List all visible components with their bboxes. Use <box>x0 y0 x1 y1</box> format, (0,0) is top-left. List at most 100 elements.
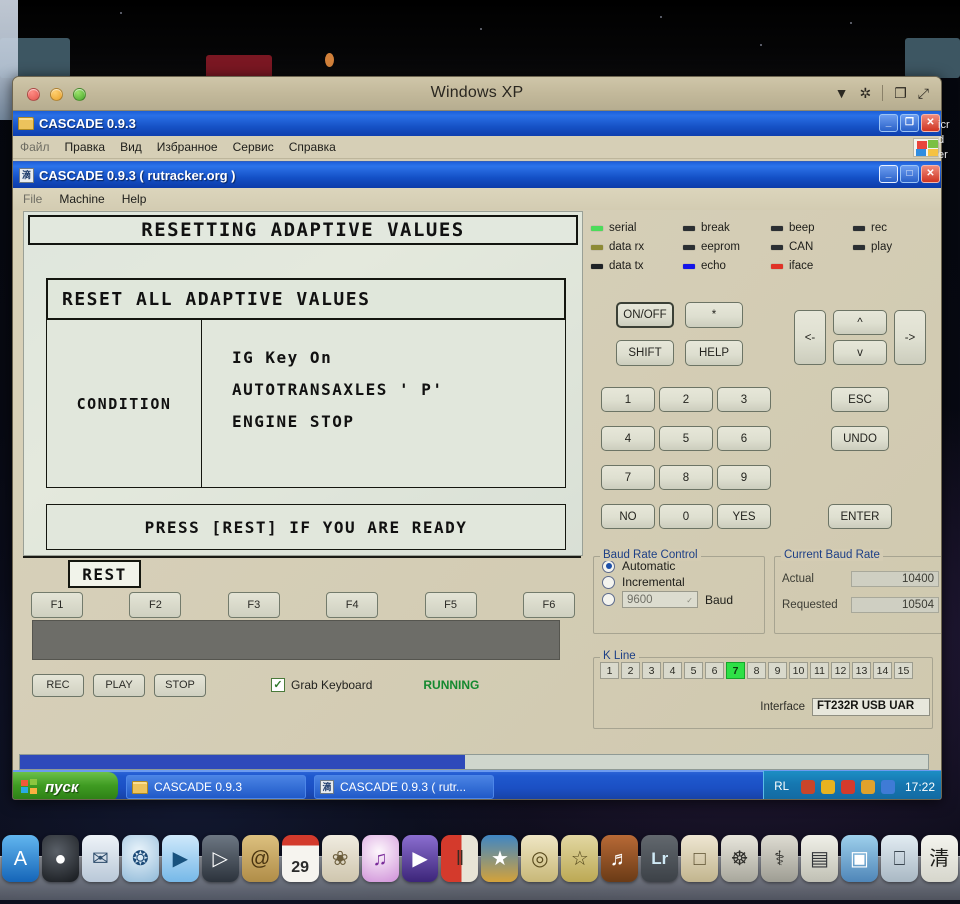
battery-icon[interactable] <box>880 780 895 794</box>
mac-dock[interactable]: A ● ✉ ❂ ▶ ▷ @ 29 ❀ ♫ ▶ ‖ ★ ◎ ☆ ♬ Lr □ ☸ … <box>0 804 960 904</box>
arrow-right-icon[interactable]: -> <box>894 310 926 365</box>
restore-button[interactable]: ❐ <box>900 114 919 132</box>
key-7[interactable]: 7 <box>601 465 655 490</box>
dock-garageband-icon[interactable]: ‖ <box>441 835 479 882</box>
update-icon[interactable] <box>860 780 875 794</box>
menu-item-machine[interactable]: Machine <box>59 192 104 206</box>
shield-icon[interactable] <box>820 780 835 794</box>
radio-automatic[interactable] <box>602 559 615 573</box>
gear-icon[interactable]: ✲ <box>860 86 872 100</box>
key-8[interactable]: 8 <box>659 465 713 490</box>
taskbar-item-explorer[interactable]: CASCADE 0.9.3 <box>126 775 306 799</box>
key-esc[interactable]: ESC <box>831 387 889 412</box>
baud-option-automatic[interactable]: Automatic <box>602 559 764 573</box>
chevron-down-icon[interactable]: ▼ <box>835 86 849 100</box>
cascade-window[interactable]: 滴 CASCADE 0.9.3 ( rutracker.org ) _ □ ✕ … <box>13 161 941 799</box>
k-line-cell-9[interactable]: 9 <box>768 662 787 679</box>
arrow-up-icon[interactable]: ^ <box>833 310 887 335</box>
minimize-button[interactable]: _ <box>879 114 898 132</box>
menu-item-tools[interactable]: Сервис <box>233 140 274 154</box>
dock-app-store-icon[interactable]: A <box>2 835 39 882</box>
k-line-cell-4[interactable]: 4 <box>663 662 682 679</box>
key-yes[interactable]: YES <box>717 504 771 529</box>
fkey-f5[interactable]: F5 <box>424 592 477 618</box>
taskbar-item-cascade[interactable]: 滴 CASCADE 0.9.3 ( rutr... <box>314 775 494 799</box>
baud-option-manual[interactable]: 9600 ✓ Baud <box>602 591 764 608</box>
dock-display-icon[interactable]: ▣ <box>841 835 878 882</box>
menu-item-file[interactable]: Файл <box>20 140 50 154</box>
arrow-down-icon[interactable]: v <box>833 340 887 365</box>
arrow-left-icon[interactable]: <- <box>794 310 826 365</box>
windows-restore-icon[interactable]: ❐ <box>894 86 907 100</box>
key-shift[interactable]: SHIFT <box>616 340 674 366</box>
fkey-f3[interactable]: F3 <box>227 592 280 618</box>
maximize-button[interactable]: □ <box>900 165 919 183</box>
dock-address-book-icon[interactable]: @ <box>241 835 279 882</box>
key-enter[interactable]: ENTER <box>828 504 892 529</box>
clock[interactable]: 17:22 <box>905 780 935 794</box>
dock-imovie-icon[interactable]: ★ <box>481 835 519 882</box>
dock-guitar-icon[interactable]: ♬ <box>601 835 639 882</box>
key-no[interactable]: NO <box>601 504 655 529</box>
menu-item-view[interactable]: Вид <box>120 140 142 154</box>
fkey-f6[interactable]: F6 <box>522 592 575 618</box>
key-1[interactable]: 1 <box>601 387 655 412</box>
dock-cascade-vm-icon[interactable]: 清 <box>920 835 958 882</box>
dock-quicktime-player-icon[interactable]: ▶ <box>401 835 439 882</box>
key-6[interactable]: 6 <box>717 426 771 451</box>
antivirus-icon[interactable] <box>840 780 855 794</box>
dock-cans-icon[interactable]: □ <box>681 835 719 882</box>
k-line-cell-3[interactable]: 3 <box>642 662 661 679</box>
k-line-cell-8[interactable]: 8 <box>747 662 766 679</box>
k-line-cell-7[interactable]: 7 <box>726 662 745 679</box>
mac-titlebar[interactable]: Windows XP ▼ ✲ ❐ ⤢ <box>13 77 941 111</box>
k-line-cell-13[interactable]: 13 <box>852 662 871 679</box>
start-button[interactable]: пуск <box>13 772 118 799</box>
dock-itunes-icon[interactable]: ♫ <box>361 835 399 882</box>
dock-facetime-icon[interactable]: ▶ <box>161 835 199 882</box>
dock-quicktime-icon[interactable]: ▷ <box>201 835 239 882</box>
key-3[interactable]: 3 <box>717 387 771 412</box>
key-help[interactable]: HELP <box>685 340 743 366</box>
k-line-cell-14[interactable]: 14 <box>873 662 892 679</box>
language-indicator[interactable]: RL <box>774 781 789 793</box>
dock-safari-icon[interactable]: ❂ <box>121 835 159 882</box>
baud-rate-select[interactable]: 9600 ✓ <box>622 591 698 608</box>
key-9[interactable]: 9 <box>717 465 771 490</box>
xp-taskbar[interactable]: пуск CASCADE 0.9.3 滴 CASCADE 0.9.3 ( rut… <box>13 770 941 799</box>
k-line-cell-10[interactable]: 10 <box>789 662 808 679</box>
grab-keyboard-checkbox[interactable]: ✓ <box>271 678 285 692</box>
key-asterisk[interactable]: * <box>685 302 743 328</box>
key-5[interactable]: 5 <box>659 426 713 451</box>
dock-compass-icon[interactable]: ☸ <box>721 835 759 882</box>
k-line-cell-11[interactable]: 11 <box>810 662 829 679</box>
key-undo[interactable]: UNDO <box>831 426 889 451</box>
close-button[interactable]: ✕ <box>921 165 940 183</box>
stop-button[interactable]: STOP <box>154 673 206 697</box>
k-line-cell-12[interactable]: 12 <box>831 662 850 679</box>
cascade-titlebar[interactable]: 滴 CASCADE 0.9.3 ( rutracker.org ) _ □ ✕ <box>13 162 941 188</box>
dock-stethoscope-icon[interactable]: ⚕ <box>761 835 799 882</box>
menu-item-file[interactable]: File <box>23 192 42 206</box>
dock-mail-icon[interactable]: ✉ <box>81 835 119 882</box>
fkey-f2[interactable]: F2 <box>129 592 182 618</box>
dock-dashboard-icon[interactable]: ● <box>41 835 79 882</box>
key-on-off[interactable]: ON/OFF <box>616 302 674 328</box>
rec-button[interactable]: REC <box>32 673 84 697</box>
dock-iphoto-icon[interactable]: ❀ <box>321 835 359 882</box>
radio-incremental[interactable] <box>602 575 615 589</box>
dock-calendar-icon[interactable]: 29 <box>281 835 319 882</box>
explorer-titlebar[interactable]: CASCADE 0.9.3 _ ❐ ✕ <box>13 111 941 136</box>
menu-item-help[interactable]: Help <box>122 192 147 206</box>
key-4[interactable]: 4 <box>601 426 655 451</box>
play-button[interactable]: PLAY <box>93 673 145 697</box>
dock-lightroom-icon[interactable]: Lr <box>641 835 679 882</box>
explorer-window[interactable]: CASCADE 0.9.3 _ ❐ ✕ Файл Правка Вид Избр… <box>13 111 941 161</box>
fkey-f1[interactable]: F1 <box>31 592 83 618</box>
key-0[interactable]: 0 <box>659 504 713 529</box>
dock-imovie-star-icon[interactable]: ☆ <box>561 835 599 882</box>
radio-manual[interactable] <box>602 593 615 606</box>
system-tray[interactable]: RL 17:22 <box>763 771 941 799</box>
k-line-cell-15[interactable]: 15 <box>894 662 913 679</box>
dock-imac-icon[interactable]: ⎕ <box>880 835 918 882</box>
